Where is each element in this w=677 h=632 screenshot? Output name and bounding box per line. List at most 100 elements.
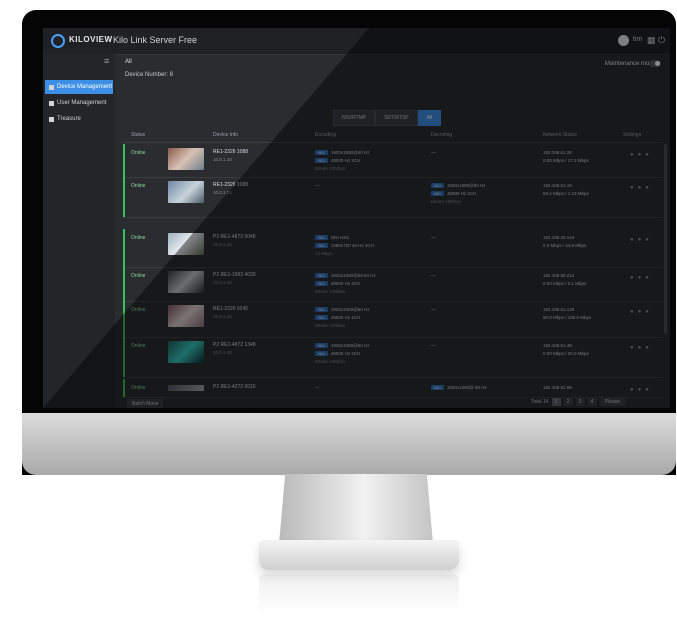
settings-icon[interactable]: ●	[645, 237, 653, 243]
info-text: 192.168.61.69	[543, 384, 572, 390]
sidebar-item-user-management[interactable]: User Management	[45, 96, 113, 110]
sidebar-item-label: User Management	[57, 100, 107, 106]
info-line: NDI 1920x1080@59.94 Hz	[315, 271, 376, 279]
info-line: —	[315, 181, 320, 189]
decoding-info: —	[431, 271, 436, 279]
info-text: 1920x1080@60 Hz	[330, 149, 370, 155]
network-status: 192.168.61.69	[543, 383, 572, 391]
filter-all[interactable]: All	[417, 110, 442, 126]
per-page-select[interactable]: Please	[599, 398, 626, 406]
edit-icon[interactable]: ●	[630, 387, 638, 393]
info-line: Bitrate 16Mbps	[431, 197, 486, 205]
info-line: NDI 1920x1080@60 Hz	[431, 181, 486, 189]
edit-icon[interactable]: ●	[630, 345, 638, 351]
filter-srt-rtsp[interactable]: SRT/RTSP	[375, 110, 418, 126]
encoding-info: —	[315, 181, 320, 189]
power-icon[interactable]: ⏻	[658, 35, 665, 46]
edit-icon[interactable]: ●	[630, 275, 638, 281]
info-text: 0.2 Mbps / 44.9 Mbps	[543, 242, 587, 248]
user-icon	[49, 100, 54, 106]
info-text: 12 Mbps	[315, 250, 333, 256]
device-name[interactable]: P2 RE1-4272 0016	[213, 384, 256, 390]
encoding-info: NDI NDI HX3 NDI 1280x720 48 Hz 2CH 12 Mbps	[315, 233, 374, 257]
device-name[interactable]: P2 RE1-1993 4039	[213, 272, 256, 278]
edit-icon[interactable]: ●	[630, 152, 638, 158]
settings-icon[interactable]: ●	[645, 387, 653, 393]
user-menu[interactable]: tim	[633, 36, 642, 43]
user-avatar-icon[interactable]	[618, 35, 629, 46]
edit-icon[interactable]: ●	[630, 185, 638, 191]
info-line: 0.00 Mbps / 20.0 Mbps	[543, 349, 589, 357]
table-row[interactable]: Online P2 RE1-4272 0016 — NDI 1920x1080@ 60 …	[123, 379, 663, 398]
grid-icon[interactable]: ▦	[647, 35, 656, 46]
monitor-stand-neck	[279, 474, 433, 544]
filter-ndi-rtmp[interactable]: NDI/RTMP	[333, 110, 376, 126]
info-text: 0.00 Mbps / 0.1 Mbps	[543, 280, 587, 286]
info-line: —	[431, 233, 436, 241]
table-row[interactable]: Online RE1-2326 0245 10.0.1.18 NDI 1920x1080…	[123, 301, 663, 338]
column-header: Decoding	[431, 132, 453, 138]
info-line: NDI 48000 Hz 2CH	[315, 349, 370, 357]
menu-collapse-icon[interactable]: ≡	[104, 56, 109, 66]
video-thumbnail[interactable]	[168, 271, 204, 293]
row-actions: ●●●	[630, 152, 653, 158]
info-line: —	[431, 305, 436, 313]
video-thumbnail[interactable]	[168, 385, 204, 391]
maintenance-mode-toggle[interactable]	[649, 60, 661, 67]
encoding-info: NDI 1920x1080@60 Hz NDI 48000 Hz 2CH Bitrate…	[315, 148, 370, 172]
video-thumbnail[interactable]	[168, 233, 204, 255]
table-row[interactable]: Online P2 RE1-4872 1348 10.0.1.18 NDI 1920x1…	[123, 337, 663, 378]
info-text: 48000 Hz 4CH	[330, 280, 361, 286]
info-text: Bitrate 12Mbps	[315, 288, 346, 294]
info-text: Bitrate 16Mbps	[431, 198, 462, 204]
column-header[interactable]: Status	[131, 132, 145, 138]
network-status: 192.168.61.28 0.00 Mbps / 17.3 Mbps	[543, 148, 589, 164]
scrollbar[interactable]	[664, 144, 667, 334]
video-thumbnail[interactable]	[168, 148, 204, 170]
video-thumbnail[interactable]	[168, 181, 204, 203]
settings-icon[interactable]: ●	[645, 185, 653, 191]
sidebar-item-treasure[interactable]: Treasure	[45, 112, 113, 126]
settings-icon[interactable]: ●	[645, 275, 653, 281]
batch-move-button[interactable]: Batch Move	[127, 399, 164, 408]
status-indicator	[123, 337, 125, 377]
settings-icon[interactable]: ●	[645, 309, 653, 315]
info-line: —	[431, 271, 436, 279]
device-ip: 10.0.1.18	[213, 157, 232, 162]
settings-icon[interactable]: ●	[645, 152, 653, 158]
device-name[interactable]: RE1-2326 0245	[213, 306, 248, 312]
column-header: Network Status	[543, 132, 577, 138]
edit-icon[interactable]: ●	[630, 309, 638, 315]
info-text: 50.0 Mbps / 195.0 Mbps	[543, 314, 592, 320]
video-thumbnail[interactable]	[168, 305, 204, 327]
column-header: Encoding	[315, 132, 336, 138]
info-line: 0.2 Mbps / 44.9 Mbps	[543, 241, 586, 249]
sidebar-item-label: Device Management	[57, 84, 113, 90]
info-line: —	[315, 383, 320, 391]
encoding-info: NDI 1920x1080@60 Hz NDI 48000 Hz 2CH Bitrate…	[315, 341, 370, 365]
page-button[interactable]: 3	[575, 398, 585, 406]
info-line: NDI 48000 Hz 2CH	[315, 156, 370, 164]
video-thumbnail[interactable]	[168, 341, 204, 363]
device-name[interactable]: P2 RE1-4872 0048	[213, 234, 256, 240]
table-row[interactable]: Online RE1-2326 1088 10.0.1.18 NDI 1920x1080…	[123, 144, 663, 178]
settings-icon[interactable]: ●	[645, 345, 653, 351]
page-button[interactable]: 2	[563, 398, 573, 406]
device-name[interactable]: RE1-2326 1088	[213, 149, 248, 155]
edit-icon[interactable]: ●	[630, 237, 638, 243]
device-ip: 10.0.1.18	[213, 190, 232, 195]
logo-icon	[51, 34, 65, 48]
table-row[interactable]: Online RE1-2326 1088 10.0.1.18 — NDI 1920x108…	[123, 177, 663, 218]
page-button[interactable]: 4	[587, 398, 597, 406]
info-text: 1920x1080@60 Hz	[330, 306, 370, 312]
table-row[interactable]: Online P2 RE1-1993 4039 10.0.1.18 NDI 1920x1…	[123, 267, 663, 302]
encoding-info: —	[315, 383, 320, 391]
device-name[interactable]: RE1-2326 1088	[213, 182, 248, 188]
device-name[interactable]: P2 RE1-4872 1348	[213, 342, 256, 348]
main-content: All Device Number: 8 Maintenance mode ND…	[115, 54, 670, 408]
page-button[interactable]: 1	[551, 398, 561, 406]
sidebar-item-device-management[interactable]: Device Management	[45, 80, 113, 94]
table-row[interactable]: Online P2 RE1-4872 0048 10.0.1.18 NDI NDI HX…	[123, 229, 663, 268]
stream-chip: NDI	[315, 280, 328, 286]
status-indicator	[123, 301, 125, 337]
